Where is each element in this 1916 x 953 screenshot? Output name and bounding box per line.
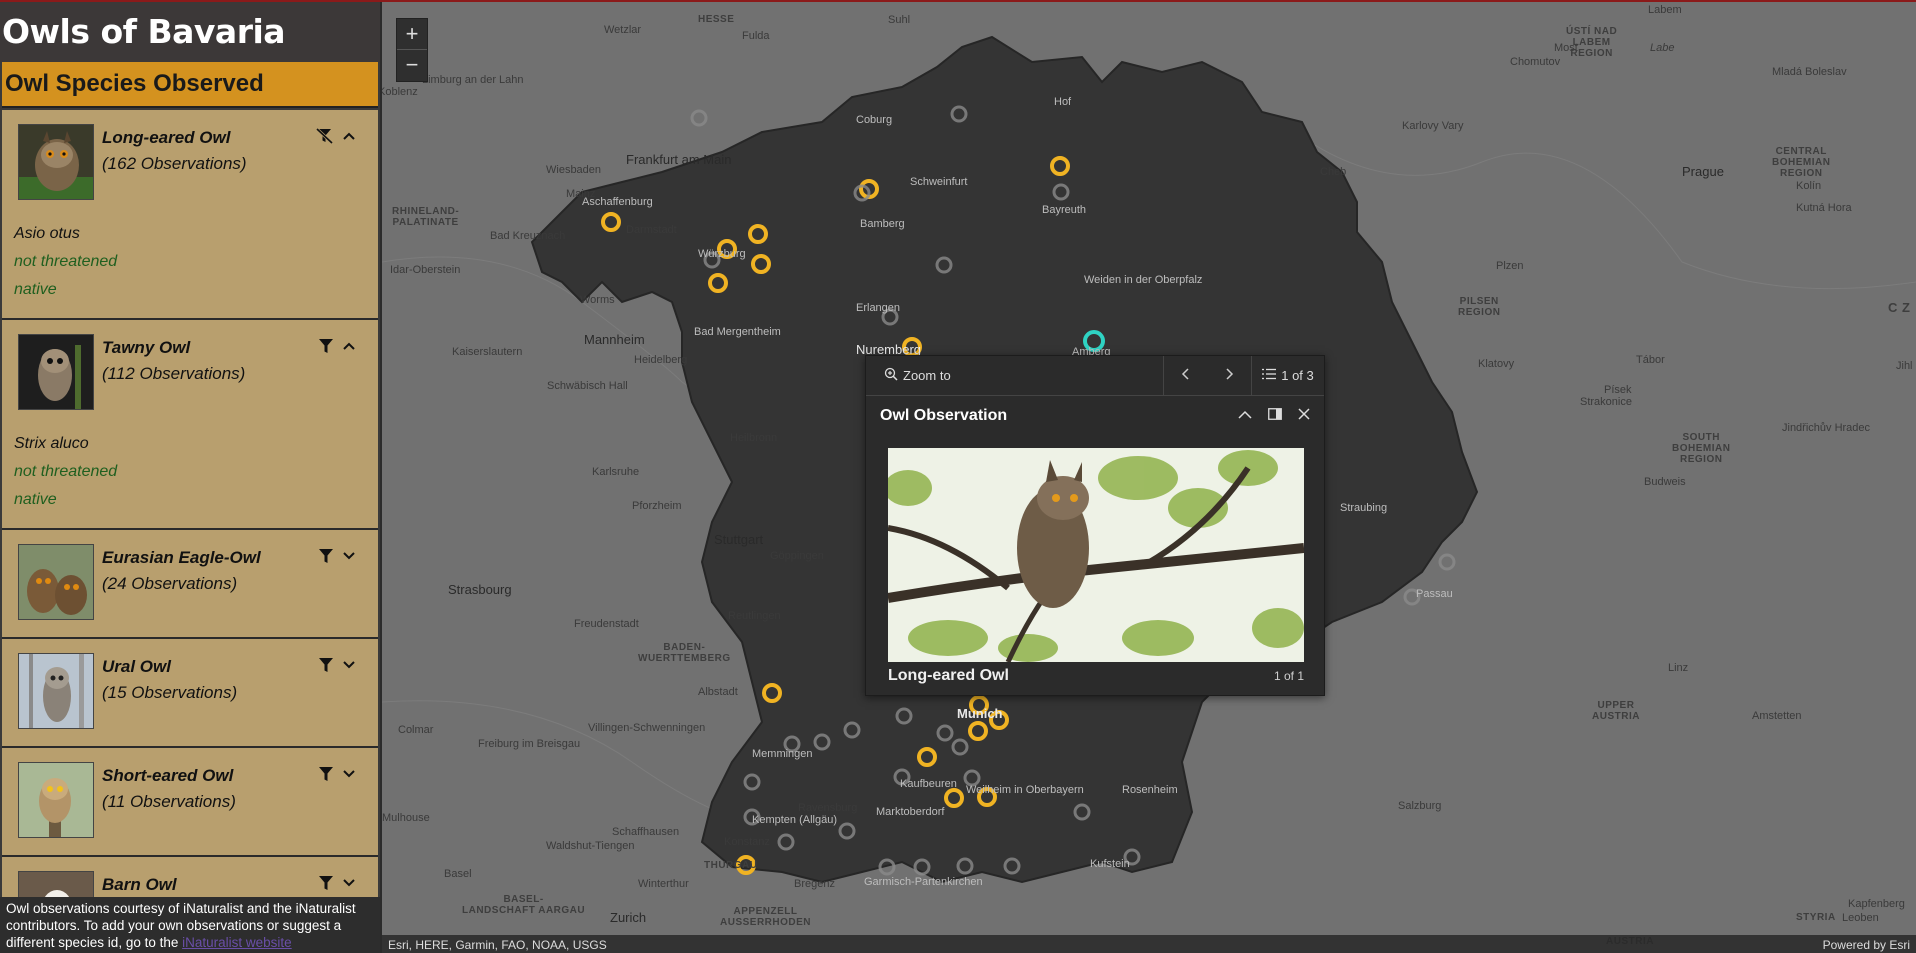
previous-icon[interactable] (1181, 368, 1191, 383)
feature-pager: 1 of 3 (1281, 368, 1314, 383)
species-card-ural-owl[interactable]: Ural Owl (15 Observations) (2, 639, 378, 748)
zoom-to-label: Zoom to (903, 368, 951, 383)
chevron-down-icon[interactable] (342, 769, 356, 779)
chevron-up-icon[interactable] (342, 131, 356, 141)
eurasian-eagle-owl-thumbnail (18, 544, 94, 620)
map-view[interactable]: Wetzlar Fulda Suhl Limburg an der Lahn K… (382, 2, 1916, 953)
species-card-long-eared-owl[interactable]: Long-eared Owl (162 Observations) Asio o… (2, 110, 378, 320)
species-card-eurasian-eagle-owl[interactable]: Eurasian Eagle-Owl (24 Observations) (2, 530, 378, 639)
filter-icon[interactable] (318, 657, 334, 673)
threat-status: not threatened (14, 253, 118, 270)
filter-icon[interactable] (318, 766, 334, 782)
species-count: (24 Observations) (102, 574, 238, 593)
long-eared-owl-thumbnail (18, 124, 94, 200)
zoom-out-button[interactable]: − (397, 50, 427, 81)
origin-status: native (14, 491, 57, 508)
scientific-name: Asio otus (14, 225, 80, 242)
filter-icon[interactable] (318, 338, 334, 354)
app: Owls of Bavaria Owl Species Observed Lon… (0, 0, 1916, 953)
credit-text: Owl observations courtesy of iNaturalist… (6, 901, 356, 950)
owl-photo[interactable] (888, 448, 1304, 662)
zoom-control: + − (396, 18, 428, 82)
species-card-short-eared-owl[interactable]: Short-eared Owl (11 Observations) (2, 748, 378, 857)
ural-owl-thumbnail (18, 653, 94, 729)
sidebar: Owls of Bavaria Owl Species Observed Lon… (0, 2, 380, 953)
chevron-down-icon[interactable] (342, 551, 356, 561)
species-details: Asio otus not threatened native (14, 204, 366, 308)
clear-filter-icon[interactable] (316, 128, 334, 144)
species-list[interactable]: Long-eared Owl (162 Observations) Asio o… (2, 110, 378, 953)
filter-icon[interactable] (318, 875, 334, 891)
powered-by-esri[interactable]: Powered by Esri (1823, 938, 1910, 952)
popup-navigation (1164, 355, 1252, 396)
filter-icon[interactable] (318, 548, 334, 564)
scientific-name: Strix aluco (14, 435, 89, 452)
zoom-to-button[interactable]: Zoom to (866, 355, 1164, 396)
species-count: (162 Observations) (102, 154, 247, 173)
species-details: Strix aluco not threatened native (14, 414, 366, 518)
next-icon[interactable] (1224, 368, 1234, 383)
section-header: Owl Species Observed (2, 62, 378, 108)
species-count: (15 Observations) (102, 683, 238, 702)
photo-caption: Long-eared Owl (888, 667, 1009, 684)
short-eared-owl-thumbnail (18, 762, 94, 838)
species-count: (112 Observations) (102, 364, 246, 383)
tawny-owl-thumbnail (18, 334, 94, 410)
threat-status: not threatened (14, 463, 118, 480)
dock-icon[interactable] (1268, 407, 1282, 425)
species-count: (11 Observations) (102, 792, 236, 811)
observation-popup: Zoom to 1 of 3 Owl Observation Long-eare… (865, 355, 1325, 696)
map-attribution: Esri, HERE, Garmin, FAO, NOAA, USGS Powe… (382, 935, 1916, 953)
chevron-down-icon[interactable] (342, 878, 356, 888)
feature-list-button[interactable]: 1 of 3 (1252, 368, 1324, 383)
photo-pager: 1 of 1 (1273, 669, 1304, 683)
popup-title: Owl Observation (880, 407, 1008, 424)
app-title: Owls of Bavaria (0, 2, 380, 62)
chevron-down-icon[interactable] (342, 660, 356, 670)
credit-footer: Owl observations courtesy of iNaturalist… (0, 897, 380, 953)
zoom-in-magnifier-icon (884, 367, 898, 384)
list-icon (1262, 368, 1277, 383)
origin-status: native (14, 281, 57, 298)
species-card-tawny-owl[interactable]: Tawny Owl (112 Observations) Strix aluco… (2, 320, 378, 530)
collapse-icon[interactable] (1238, 407, 1252, 425)
inaturalist-link[interactable]: iNaturalist website (182, 935, 292, 950)
attribution-text: Esri, HERE, Garmin, FAO, NOAA, USGS (388, 938, 607, 952)
close-icon[interactable] (1298, 407, 1310, 425)
popup-toolbar: Zoom to 1 of 3 (866, 355, 1324, 396)
zoom-in-button[interactable]: + (397, 19, 427, 50)
chevron-up-icon[interactable] (342, 341, 356, 351)
